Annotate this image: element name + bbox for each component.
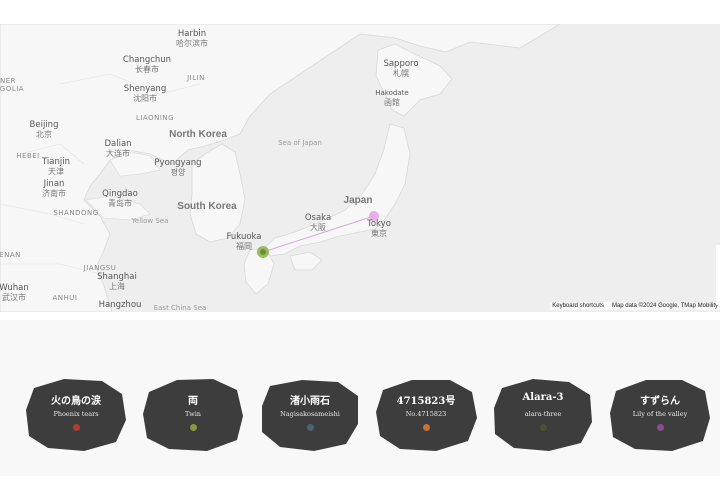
stone-card[interactable]: 両 Twin (141, 376, 245, 452)
card-name: 両 (188, 396, 198, 407)
label-osaka: Osaka 大阪 (304, 213, 332, 233)
card-subtitle: Phoenix tears (53, 410, 99, 418)
label-liaoning: LIAONING (135, 114, 175, 122)
label-henan: ENAN (0, 251, 21, 259)
label-shenyang: Shenyang 沈阳市 (123, 84, 167, 104)
label-sea-of-japan: Sea of Japan (278, 139, 322, 147)
card-name: すずらん (640, 396, 680, 407)
label-south-korea: South Korea (177, 201, 237, 212)
label-yellow-sea: Yellow Sea (131, 217, 169, 225)
stone-card[interactable]: Alara-3 alara-three (491, 376, 595, 452)
card-name: 4715823号 (396, 396, 456, 407)
label-dalian: Dalian 大连市 (104, 139, 132, 159)
stone-card[interactable]: 4715823号 No.4715823 (374, 376, 478, 452)
label-jinan: Jinan 济南市 (42, 179, 66, 199)
card-subtitle: Nagisakosameishi (280, 410, 340, 418)
label-golia: GOLIA (0, 85, 25, 93)
map-attribution: Keyboard shortcuts Map data ©2024 Google… (550, 302, 720, 310)
stone-card[interactable]: 渚小雨石 Nagisakosameishi (258, 376, 362, 452)
card-color-dot (72, 424, 80, 431)
label-pyongyang: Pyongyang 평양 (154, 158, 202, 178)
card-name: Alara-3 (522, 392, 564, 403)
label-east-china-sea: East China Sea (153, 304, 207, 312)
label-qingdao: Qingdao 青岛市 (102, 189, 138, 209)
label-japan: Japan (343, 195, 373, 206)
map-data-credit[interactable]: Map data ©2024 Google, TMap Mobility (612, 303, 718, 309)
card-color-dot (189, 424, 197, 431)
label-north-korea: North Korea (169, 129, 227, 140)
card-name: 渚小雨石 (290, 396, 330, 407)
label-changchun: Changchun 长春市 (122, 55, 172, 75)
label-fukuoka: Fukuoka 福岡 (226, 232, 262, 252)
label-hangzhou: Hangzhou (98, 300, 142, 310)
stone-card-list: 火の鳥の涙 Phoenix tears 両 Twin 渚小雨石 Nagisako… (0, 320, 720, 476)
label-anhui: ANHUI (52, 294, 78, 302)
label-tianjin: Tianjin 天津 (42, 157, 70, 177)
card-color-dot (539, 424, 547, 431)
card-subtitle: No.4715823 (405, 410, 447, 418)
label-tokyo: Tokyo 東京 (367, 219, 391, 239)
card-subtitle: Lily of the valley (632, 410, 688, 418)
label-harbin: Harbin 哈尔滨市 (176, 29, 208, 49)
label-wuhan: Wuhan 武汉市 (0, 283, 29, 303)
stone-card[interactable]: すずらん Lily of the valley (608, 376, 712, 452)
map-view[interactable]: Harbin 哈尔滨市 Changchun 长春市 JILIN Shenyang 沈阳… (0, 24, 720, 312)
card-color-dot (422, 424, 430, 431)
label-sapporo: Sapporo 札幌 (383, 59, 419, 79)
label-beijing: Beijing 北京 (29, 120, 59, 140)
card-subtitle: Twin (185, 410, 201, 418)
label-shanghai: Shanghai 上海 (97, 272, 137, 292)
stone-card[interactable]: 火の鳥の涙 Phoenix tears (24, 376, 128, 452)
label-jilin: JILIN (187, 74, 205, 82)
label-hebei: HEBEI (16, 152, 40, 160)
card-name: 火の鳥の涙 (51, 396, 101, 407)
keyboard-shortcuts-link[interactable]: Keyboard shortcuts (552, 303, 604, 309)
card-color-dot (306, 424, 314, 431)
label-shandong: SHANDONG (53, 209, 99, 217)
top-strip (0, 0, 720, 24)
card-color-dot (656, 424, 664, 431)
map-edge-indicator (716, 245, 720, 305)
label-hakodate: Hakodate 函館 (375, 89, 409, 107)
card-subtitle: alara-three (524, 410, 562, 418)
